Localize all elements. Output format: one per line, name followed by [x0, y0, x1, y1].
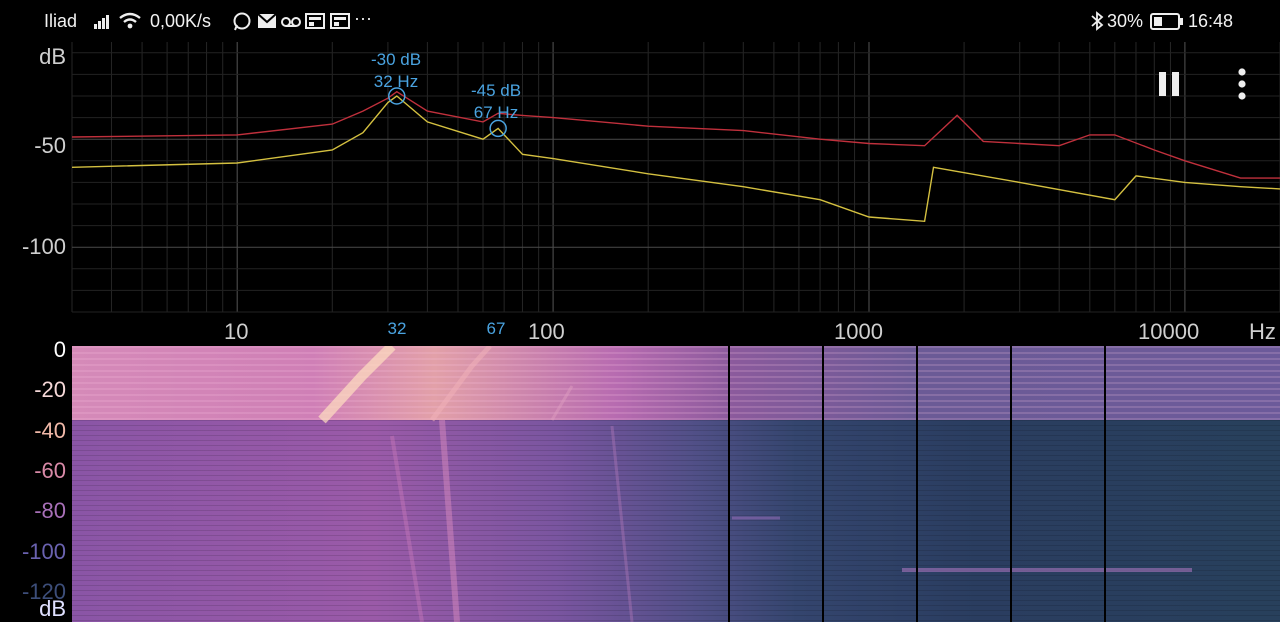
x-tick-label: 10	[224, 319, 249, 344]
spectrum-line	[71, 95, 1280, 223]
db-scale-label: 0	[53, 337, 66, 362]
spectrum-chart[interactable]	[0, 0, 1280, 346]
peak-marker-label: 32	[387, 319, 407, 338]
spectrogram-unit: dB	[39, 596, 66, 621]
spectrogram-divider	[916, 346, 918, 622]
x-tick-label: 10000	[1138, 319, 1200, 344]
more-vert-icon	[1238, 68, 1246, 100]
peak-db: -45 dB	[470, 81, 522, 100]
pause-icon	[1159, 72, 1179, 96]
spectrogram-divider	[1010, 346, 1012, 622]
spectrogram-divider	[728, 346, 730, 622]
y-tick-label: -50	[34, 133, 66, 158]
peak-db: -30 dB	[370, 50, 422, 69]
spectrum-curves	[71, 90, 1280, 223]
peak-hz: 67 Hz	[473, 103, 519, 122]
db-scale-label: -100	[21, 538, 66, 564]
y-axis-unit: dB	[39, 44, 66, 69]
peak-annotation: -30 dB 32 Hz	[361, 49, 431, 93]
peak-hold-line	[71, 90, 1280, 179]
db-scale-label: -40	[34, 417, 66, 443]
more-options-button[interactable]	[1226, 64, 1258, 104]
x-axis-unit: Hz	[1249, 319, 1276, 344]
spectrogram-traces	[318, 346, 1192, 622]
spectrogram-divider	[822, 346, 824, 622]
peak-hz: 32 Hz	[373, 72, 419, 91]
pause-button[interactable]	[1150, 66, 1190, 102]
peak-annotation: -45 dB 67 Hz	[461, 80, 531, 124]
x-tick-label: 1000	[834, 319, 883, 344]
db-scale-label: -60	[34, 457, 66, 483]
x-tick-label: 100	[528, 319, 565, 344]
peak-marker-label: 67	[486, 319, 506, 338]
db-scale-label: -80	[34, 498, 66, 524]
db-scale-label: -20	[34, 377, 66, 403]
y-tick-label: -100	[21, 234, 66, 259]
spectrogram[interactable]	[72, 346, 1280, 622]
spectrogram-divider	[1104, 346, 1106, 622]
